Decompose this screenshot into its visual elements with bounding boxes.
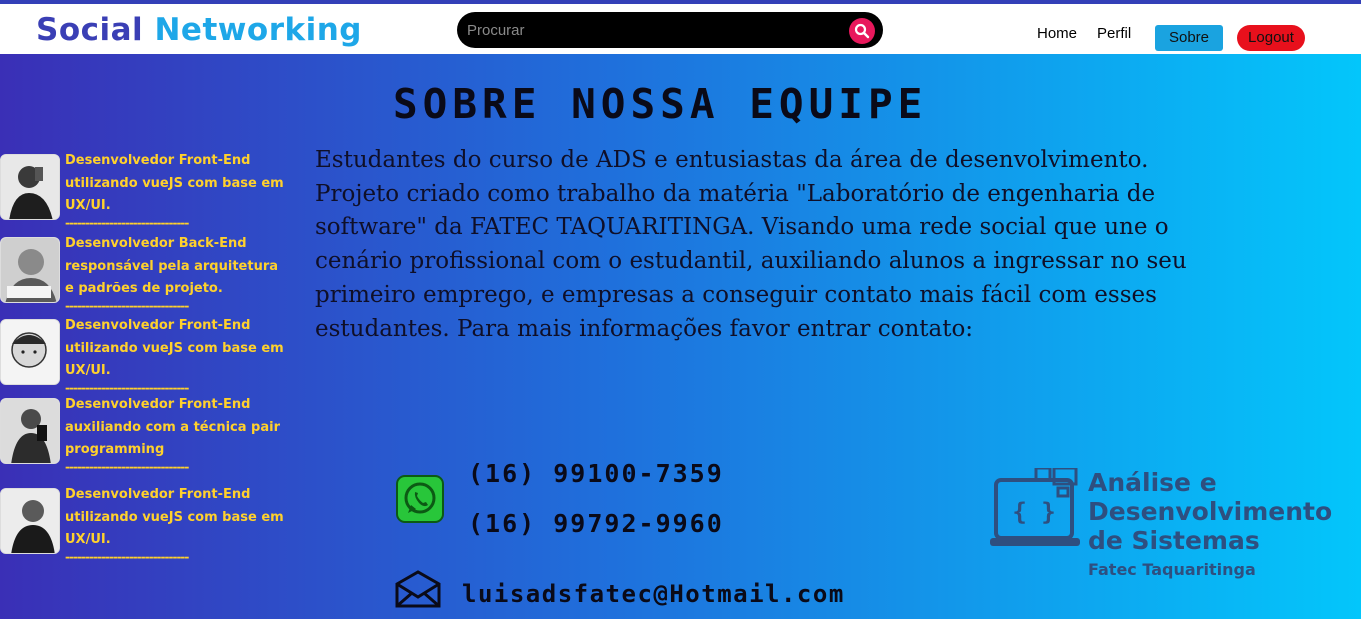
whatsapp-icon (396, 475, 444, 523)
member-description: Desenvolvedor Back-End responsável pela … (65, 236, 279, 296)
phone-number[interactable]: (16) 99100-7359 (468, 459, 724, 488)
separator: ------------------------------- (65, 460, 189, 474)
contact-email[interactable]: luisadsfatec@Hotmail.com (462, 580, 845, 608)
ads-logo-subtitle: Fatec Taquaritinga (1088, 560, 1256, 579)
mail-icon (395, 570, 441, 608)
search-input[interactable] (467, 18, 837, 42)
brand-logo[interactable]: Social Networking (36, 12, 362, 48)
ads-fatec-logo: { } Análise e Desenvolvimento de Sistema… (990, 468, 1350, 588)
page-title: SOBRE NOSSA EQUIPE (393, 80, 928, 128)
nav-sobre-button[interactable]: Sobre (1155, 25, 1223, 51)
member-description: Desenvolvedor Front-End utilizando vueJS… (65, 487, 284, 547)
about-section: SOBRE NOSSA EQUIPE Desenvolvedor Front-E… (0, 54, 1361, 619)
search-bar (457, 12, 883, 48)
laptop-code-icon: { } (990, 468, 1080, 546)
nav-perfil-link[interactable]: Perfil (1097, 25, 1131, 42)
member-photo (0, 237, 60, 303)
brand-part1: Social (36, 12, 144, 48)
member-photo (0, 154, 60, 220)
ads-logo-line: Desenvolvimento (1088, 497, 1333, 526)
header: Social Networking Home Perfil Sobre Logo… (0, 4, 1361, 54)
member-photo (0, 398, 60, 464)
separator: ------------------------------- (65, 299, 189, 313)
search-button[interactable] (849, 18, 875, 44)
member-description: Desenvolvedor Front-End auxiliando com a… (65, 397, 280, 457)
separator: ------------------------------- (65, 216, 189, 230)
separator: ------------------------------- (65, 381, 189, 395)
ads-logo-line: Análise e (1088, 468, 1217, 497)
member-description: Desenvolvedor Front-End utilizando vueJS… (65, 153, 284, 213)
ads-logo-line: de Sistemas (1088, 526, 1260, 555)
svg-text:{ }: { } (1012, 498, 1055, 526)
nav-home-link[interactable]: Home (1037, 25, 1077, 42)
brand-part2: Networking (154, 12, 362, 48)
logout-button[interactable]: Logout (1237, 25, 1305, 51)
member-photo (0, 488, 60, 554)
phone-number[interactable]: (16) 99792-9960 (468, 509, 724, 538)
about-text: Estudantes do curso de ADS e entusiastas… (315, 147, 1187, 342)
separator: ------------------------------- (65, 550, 189, 564)
member-photo (0, 319, 60, 385)
search-icon (854, 23, 870, 39)
member-description: Desenvolvedor Front-End utilizando vueJS… (65, 318, 284, 378)
